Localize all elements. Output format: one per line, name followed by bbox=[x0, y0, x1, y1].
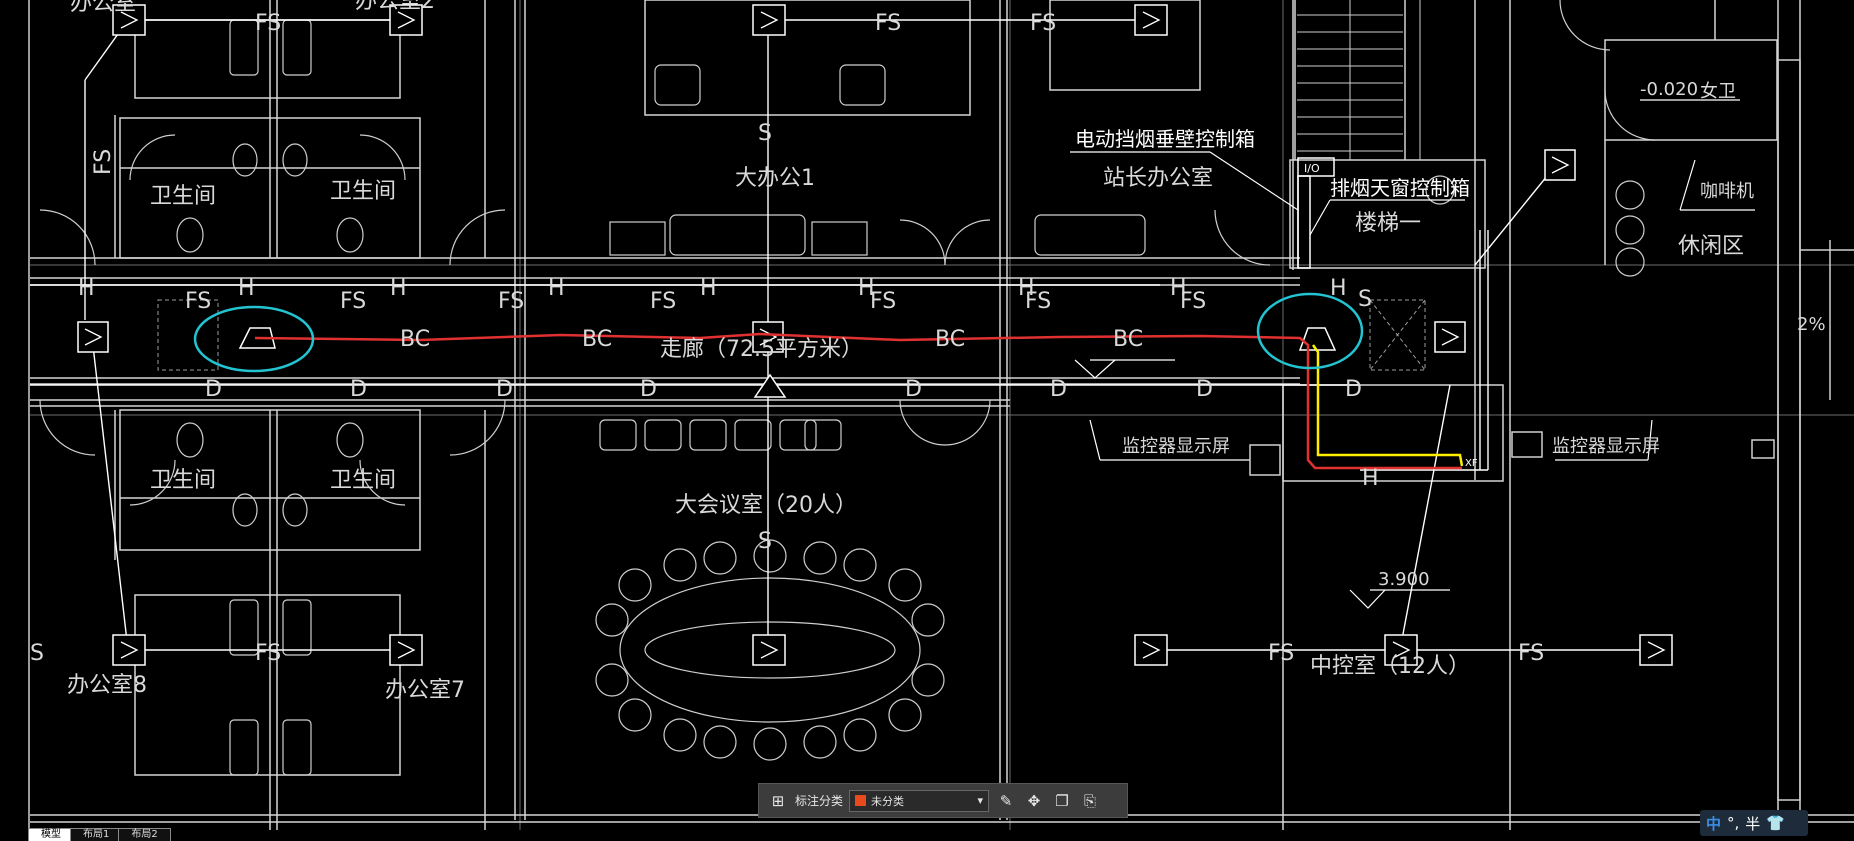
svg-text:FS: FS bbox=[255, 11, 281, 36]
svg-text:FS: FS bbox=[340, 289, 366, 314]
shirt-icon[interactable]: 👕 bbox=[1766, 814, 1785, 832]
svg-text:楼梯一: 楼梯一 bbox=[1355, 211, 1421, 236]
svg-text:监控器显示屏: 监控器显示屏 bbox=[1122, 436, 1230, 457]
svg-text:卫生间: 卫生间 bbox=[150, 184, 216, 209]
svg-text:大办公1: 大办公1 bbox=[735, 166, 815, 191]
tab-layout-1[interactable]: 布局1 bbox=[70, 828, 123, 841]
svg-text:FS: FS bbox=[1030, 11, 1056, 36]
svg-text:H: H bbox=[548, 276, 565, 301]
svg-text:D: D bbox=[205, 377, 222, 402]
svg-text:FS: FS bbox=[255, 641, 281, 666]
svg-text:BC: BC bbox=[400, 327, 430, 352]
svg-text:监控器显示屏: 监控器显示屏 bbox=[1552, 436, 1660, 457]
svg-text:女卫: 女卫 bbox=[1700, 81, 1736, 102]
svg-text:S: S bbox=[758, 529, 772, 554]
chevron-down-icon: ▾ bbox=[977, 794, 984, 807]
svg-text:走廊（72.5平方米）: 走廊（72.5平方米） bbox=[660, 337, 863, 362]
svg-text:FS: FS bbox=[91, 149, 116, 175]
svg-text:H: H bbox=[390, 276, 407, 301]
svg-text:FS: FS bbox=[1518, 641, 1544, 666]
svg-text:FS: FS bbox=[650, 289, 676, 314]
copy-icon[interactable]: ❐ bbox=[1051, 790, 1073, 812]
svg-text:BC: BC bbox=[1113, 327, 1143, 352]
svg-text:办公室2: 办公室2 bbox=[355, 0, 435, 14]
svg-text:FS: FS bbox=[1268, 641, 1294, 666]
svg-text:休闲区: 休闲区 bbox=[1678, 234, 1744, 259]
grid-icon[interactable]: ⊞ bbox=[767, 790, 789, 812]
paste-icon[interactable]: ⎘ bbox=[1079, 790, 1101, 812]
annotation-toolbar: ⊞ 标注分类 未分类 ▾ ✎ ✥ ❐ ⎘ bbox=[758, 783, 1128, 818]
corridor-chairs bbox=[599, 419, 842, 451]
tab-layout-2[interactable]: 布局2 bbox=[118, 828, 171, 841]
svg-text:H: H bbox=[1330, 276, 1347, 301]
svg-text:卫生间: 卫生间 bbox=[150, 468, 216, 493]
category-label: 标注分类 bbox=[795, 794, 844, 808]
svg-text:D: D bbox=[1345, 377, 1362, 402]
svg-text:H: H bbox=[1362, 466, 1379, 491]
svg-text:D: D bbox=[1050, 377, 1067, 402]
room-labels: 办公室 办公室2 卫生间 卫生间 卫生间 卫生间 大办公1 站长办公室 楼梯一 … bbox=[67, 0, 1744, 703]
svg-text:咖啡机: 咖啡机 bbox=[1700, 181, 1754, 202]
ime-width-toggle[interactable]: 半 bbox=[1745, 813, 1760, 834]
svg-text:H: H bbox=[700, 276, 717, 301]
svg-text:FS: FS bbox=[185, 289, 211, 314]
svg-text:S: S bbox=[758, 121, 772, 146]
tab-model[interactable]: 模型 bbox=[28, 828, 74, 841]
svg-text:-0.020: -0.020 bbox=[1640, 79, 1698, 100]
svg-text:站长办公室: 站长办公室 bbox=[1103, 166, 1213, 191]
small-labels: 咖啡机 女卫 -0.020 3.900 2% 监控器显示屏 监控器显示屏 bbox=[1122, 79, 1826, 590]
edit-icon[interactable]: ✎ bbox=[995, 790, 1017, 812]
svg-text:XF: XF bbox=[1465, 458, 1478, 469]
svg-text:排烟天窗控制箱: 排烟天窗控制箱 bbox=[1330, 176, 1470, 200]
ime-punct-toggle[interactable]: °, bbox=[1727, 814, 1739, 832]
category-color-swatch bbox=[855, 795, 867, 806]
svg-text:办公室: 办公室 bbox=[70, 0, 136, 16]
ime-mode-toggle[interactable]: 中 bbox=[1706, 813, 1721, 834]
svg-text:中控室（12人）: 中控室（12人） bbox=[1310, 654, 1470, 679]
svg-text:S: S bbox=[30, 641, 44, 666]
svg-text:BC: BC bbox=[935, 327, 965, 352]
svg-text:3.900: 3.900 bbox=[1378, 569, 1430, 590]
svg-text:I/O: I/O bbox=[1304, 162, 1320, 175]
junction-boxes bbox=[77, 4, 1673, 666]
svg-text:D: D bbox=[496, 377, 513, 402]
ime-status-bar: 中 °, 半 👕 bbox=[1700, 810, 1808, 836]
svg-text:卫生间: 卫生间 bbox=[330, 179, 396, 204]
cad-drawing-canvas[interactable]: 办公室 办公室2 卫生间 卫生间 卫生间 卫生间 大办公1 站长办公室 楼梯一 … bbox=[0, 0, 1854, 841]
svg-text:H: H bbox=[1018, 276, 1035, 301]
svg-text:办公室8: 办公室8 bbox=[67, 673, 147, 698]
svg-text:FS: FS bbox=[498, 289, 524, 314]
svg-text:D: D bbox=[350, 377, 367, 402]
drawing-right-edge bbox=[1840, 0, 1854, 841]
svg-text:大会议室（20人）: 大会议室（20人） bbox=[675, 493, 857, 518]
structural-grid bbox=[28, 0, 1854, 830]
drawing-left-edge bbox=[0, 0, 30, 841]
svg-text:BC: BC bbox=[582, 327, 612, 352]
svg-text:H: H bbox=[1170, 276, 1187, 301]
junction-box-glyphs bbox=[84, 11, 1666, 659]
layout-tabs: 模型 布局1 布局2 bbox=[28, 828, 171, 841]
stair-treads bbox=[1297, 0, 1421, 160]
doors bbox=[39, 0, 1656, 506]
svg-text:H: H bbox=[78, 276, 95, 301]
svg-text:S: S bbox=[1358, 287, 1372, 312]
svg-text:卫生间: 卫生间 bbox=[330, 468, 396, 493]
move-icon[interactable]: ✥ bbox=[1023, 790, 1045, 812]
category-select[interactable]: 未分类 ▾ bbox=[849, 789, 990, 812]
svg-text:2%: 2% bbox=[1797, 314, 1826, 335]
svg-text:H: H bbox=[238, 276, 255, 301]
svg-text:H: H bbox=[858, 276, 875, 301]
svg-text:电动挡烟垂壁控制箱: 电动挡烟垂壁控制箱 bbox=[1075, 127, 1255, 151]
svg-text:D: D bbox=[640, 377, 657, 402]
svg-text:FS: FS bbox=[875, 11, 901, 36]
svg-text:D: D bbox=[1196, 377, 1213, 402]
svg-text:D: D bbox=[905, 377, 922, 402]
svg-text:办公室7: 办公室7 bbox=[385, 678, 465, 703]
category-value: 未分类 bbox=[871, 794, 905, 808]
